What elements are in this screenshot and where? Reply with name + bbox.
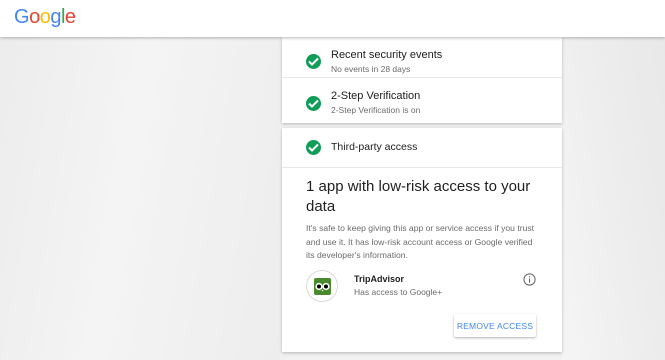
- logo-letter: g: [50, 6, 61, 28]
- third-party-access-row[interactable]: Third-party access: [282, 128, 562, 168]
- tripadvisor-owl-icon: [314, 278, 331, 295]
- two-step-verification-row[interactable]: 2-Step Verification 2-Step Verification …: [282, 81, 562, 122]
- third-party-headline: 1 app with low-risk access to your data: [306, 178, 531, 215]
- row-title: Third-party access: [331, 141, 418, 153]
- third-party-access-card: Third-party access 1 app with low-risk a…: [282, 128, 562, 352]
- third-party-description: It's safe to keep giving this app or ser…: [306, 223, 535, 260]
- app-name[interactable]: TripAdvisor: [354, 274, 404, 284]
- top-app-bar: G o o g l e: [0, 0, 665, 37]
- recent-security-events-row[interactable]: Recent security events No events in 28 d…: [282, 37, 562, 78]
- logo-letter: o: [29, 6, 40, 28]
- logo-letter: e: [64, 6, 76, 28]
- background-right: [562, 0, 665, 360]
- check-circle-icon: [306, 140, 321, 155]
- app-avatar: [306, 270, 338, 302]
- row-title: Recent security events: [331, 49, 443, 61]
- app-access-description: Has access to Google+: [354, 287, 443, 297]
- check-circle-icon: [306, 54, 321, 69]
- logo-letter: G: [14, 6, 30, 28]
- row-title: 2-Step Verification: [331, 90, 421, 102]
- google-logo[interactable]: G o o g l e: [14, 6, 76, 29]
- info-icon[interactable]: [523, 273, 536, 286]
- check-circle-icon: [306, 96, 321, 111]
- security-checkup-card: Recent security events No events in 28 d…: [282, 37, 562, 123]
- background-left: [0, 0, 280, 360]
- row-subtitle: No events in 28 days: [331, 64, 411, 74]
- remove-access-button[interactable]: REMOVE ACCESS: [454, 314, 536, 337]
- row-subtitle: 2-Step Verification is on: [331, 105, 421, 115]
- logo-letter: o: [39, 6, 51, 28]
